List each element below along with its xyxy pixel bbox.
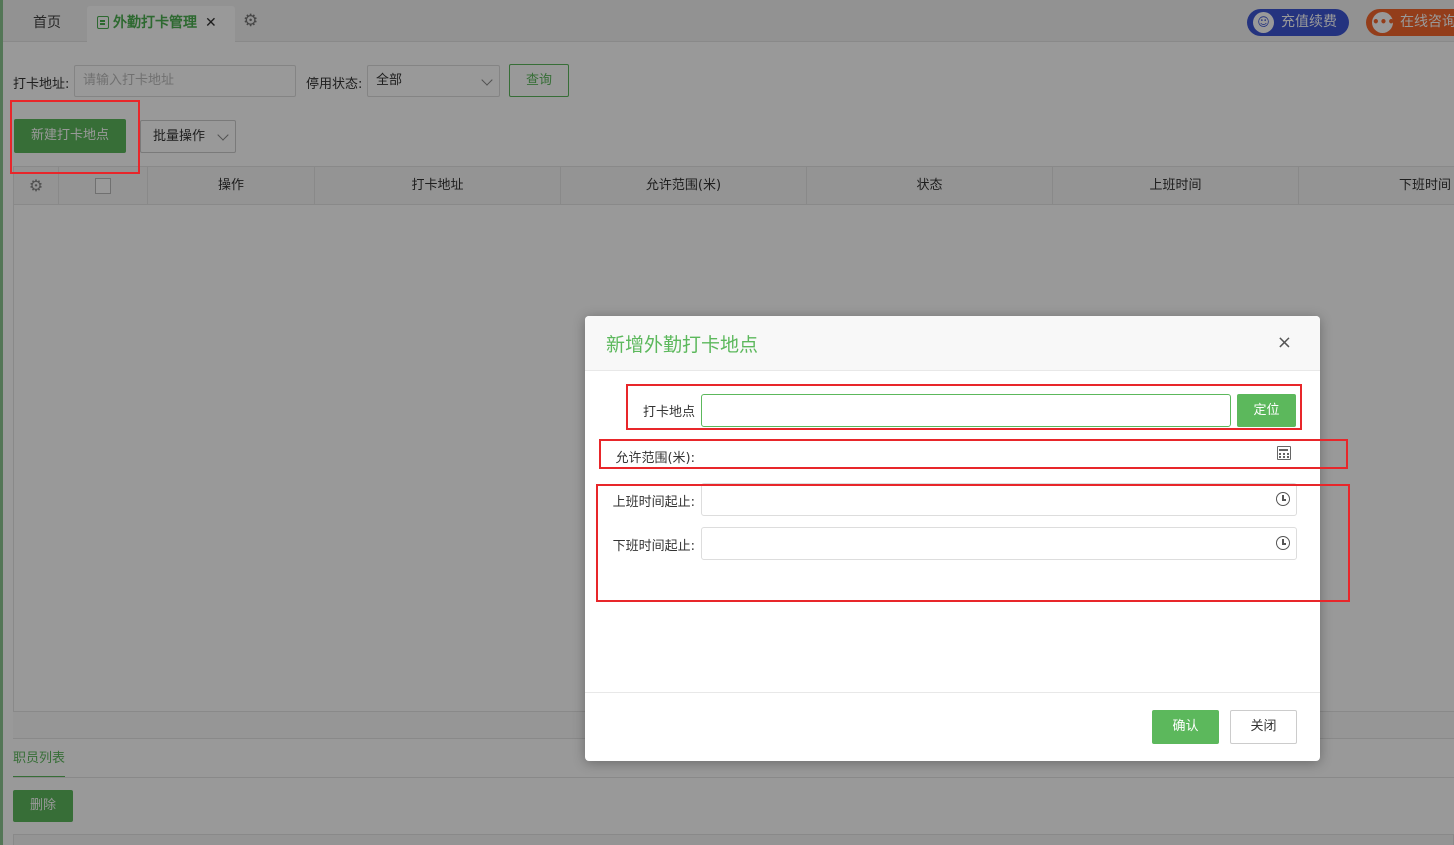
dialog-title: 新增外勤打卡地点 <box>606 334 759 356</box>
close-button[interactable]: 关闭 <box>1230 710 1297 744</box>
confirm-button[interactable]: 确认 <box>1152 710 1219 744</box>
annotation-box <box>10 100 140 174</box>
annotation-box <box>599 439 1348 469</box>
annotation-box <box>596 484 1350 602</box>
dialog-header: 新增外勤打卡地点 × <box>585 316 1320 371</box>
annotation-box <box>626 384 1302 430</box>
close-icon[interactable]: × <box>1277 332 1292 353</box>
dialog-footer-divider <box>585 692 1320 693</box>
